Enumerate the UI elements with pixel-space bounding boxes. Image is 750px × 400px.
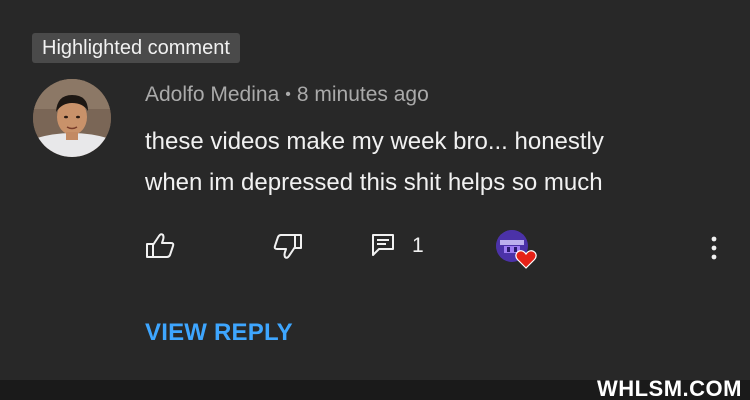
creator-heart-badge bbox=[496, 230, 540, 270]
reply-count: 1 bbox=[412, 234, 424, 257]
heart-icon bbox=[515, 249, 537, 269]
thumbs-up-icon[interactable] bbox=[143, 229, 177, 263]
comment-text-line: these videos make my week bro... honestl… bbox=[145, 128, 604, 155]
comment-meta: Adolfo Medina • 8 minutes ago bbox=[145, 82, 429, 110]
comment-text: these videos make my week bro... honestl… bbox=[145, 121, 705, 203]
meta-separator: • bbox=[285, 86, 291, 103]
comment-actions: 1 bbox=[0, 225, 750, 269]
highlighted-comment-badge: Highlighted comment bbox=[32, 33, 240, 63]
thumbs-down-icon[interactable] bbox=[271, 229, 305, 263]
watermark: WHLSM.COM bbox=[596, 376, 742, 400]
comment-text-line: when im depressed this shit helps so muc… bbox=[145, 169, 603, 196]
more-vertical-icon[interactable] bbox=[702, 233, 726, 263]
author-name[interactable]: Adolfo Medina bbox=[145, 83, 279, 106]
comment-card: Highlighted comment Adolfo Medina • 8 minu… bbox=[0, 0, 750, 400]
view-reply-button[interactable]: VIEW REPLY bbox=[145, 318, 293, 348]
comment-timestamp[interactable]: 8 minutes ago bbox=[297, 83, 429, 106]
comment-reply-icon[interactable] bbox=[369, 231, 397, 259]
author-avatar[interactable] bbox=[33, 79, 111, 157]
